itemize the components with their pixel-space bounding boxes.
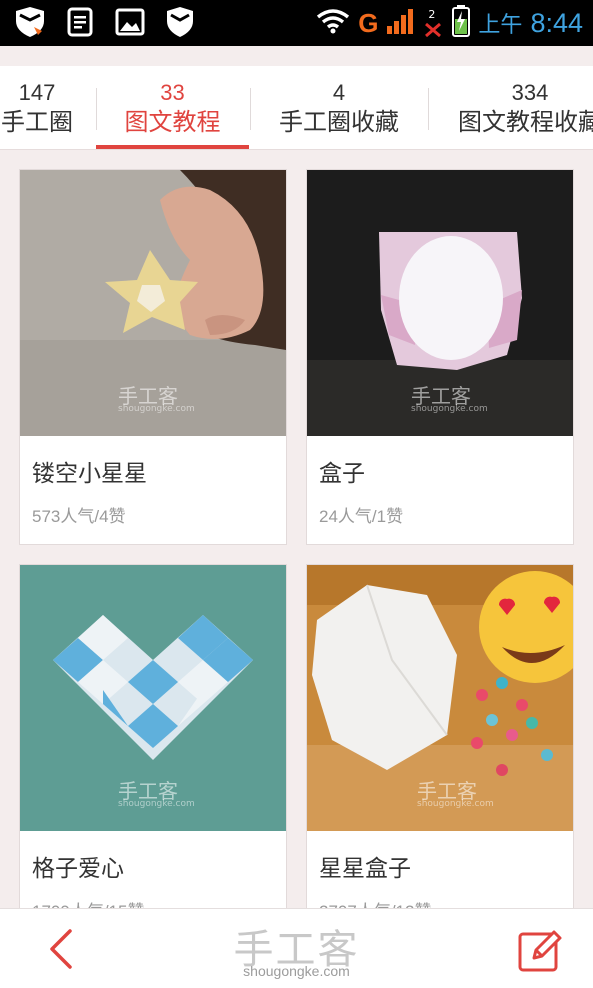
card-stats: 24人气/1赞	[319, 507, 404, 526]
tutorial-card[interactable]: 手工客 shougongke.com 盒子 24人气/1赞	[306, 169, 574, 545]
tutorial-thumbnail[interactable]: 手工客 shougongke.com	[307, 170, 573, 436]
bottom-bar: 手工客 shougongke.com	[0, 908, 593, 988]
tutorial-thumbnail[interactable]: 手工客 shougongke.com	[307, 565, 573, 831]
tab-label: 图文教程	[124, 108, 221, 136]
tab-handcraft-circle[interactable]: 147 手工圈	[0, 66, 80, 150]
card-title: 星星盒子	[319, 856, 411, 882]
app-domain: shougongke.com	[243, 963, 350, 979]
watermark-domain: shougongke.com	[411, 404, 488, 414]
card-stats: 573人气/4赞	[32, 507, 126, 526]
card-title: 镂空小星星	[32, 461, 147, 487]
tab-handcraft-favorites[interactable]: 4 手工圈收藏	[250, 66, 428, 150]
tutorial-thumbnail[interactable]: 手工客 shougongke.com	[20, 170, 286, 436]
shield-app-icon	[14, 6, 46, 38]
image-notification-icon	[114, 6, 146, 38]
watermark-domain: shougongke.com	[118, 404, 195, 414]
card-stats: 1709人气/15赞	[32, 897, 144, 908]
active-tab-indicator	[96, 145, 249, 149]
card-stats: 2707人气/12赞	[319, 897, 431, 908]
tab-count: 33	[160, 80, 185, 105]
tutorial-card[interactable]: 手工客 shougongke.com 镂空小星星 573人气/4赞	[19, 169, 287, 545]
tutorial-thumbnail[interactable]: 手工客 shougongke.com	[20, 565, 286, 831]
tab-tutorials[interactable]: 33 图文教程	[96, 66, 249, 150]
watermark-domain: shougongke.com	[417, 799, 494, 809]
sim2-indicator: 2	[428, 8, 436, 21]
tab-label: 图文教程收藏	[458, 108, 593, 136]
card-title: 盒子	[319, 461, 365, 487]
tab-count: 334	[511, 80, 549, 105]
tab-bar: 147 手工圈 33 图文教程 4 手工圈收藏 334 图文教程收藏	[0, 66, 593, 150]
sim2-no-signal-icon: 2	[422, 8, 444, 38]
tab-label: 手工圈收藏	[279, 108, 399, 136]
tab-label: 手工圈	[1, 108, 73, 136]
status-bar: G 2 上午 8:44	[0, 0, 593, 46]
wifi-icon	[316, 8, 350, 38]
clock-time: 8:44	[530, 7, 583, 38]
network-type-label: G	[358, 7, 379, 38]
signal-bars-icon	[386, 8, 414, 38]
time-ampm: 上午	[478, 13, 523, 38]
tab-divider	[428, 88, 429, 130]
edit-button[interactable]	[516, 926, 566, 974]
document-notification-icon	[64, 6, 96, 38]
tutorial-grid: 手工客 shougongke.com 镂空小星星 573人气/4赞 手工客 sh…	[0, 150, 593, 908]
battery-charging-icon	[452, 5, 471, 41]
tab-count: 147	[18, 80, 56, 105]
card-title: 格子爱心	[32, 856, 124, 882]
tutorial-card[interactable]: 手工客 shougongke.com 格子爱心 1709人气/15赞	[19, 564, 287, 908]
shield-notification-icon	[164, 6, 196, 38]
tutorial-card[interactable]: 手工客 shougongke.com 星星盒子 2707人气/12赞	[306, 564, 574, 908]
pencil-edit-icon	[518, 930, 562, 972]
tab-tutorial-favorites[interactable]: 334 图文教程收藏	[430, 66, 593, 150]
watermark-domain: shougongke.com	[118, 799, 195, 809]
tab-count: 4	[332, 80, 346, 105]
